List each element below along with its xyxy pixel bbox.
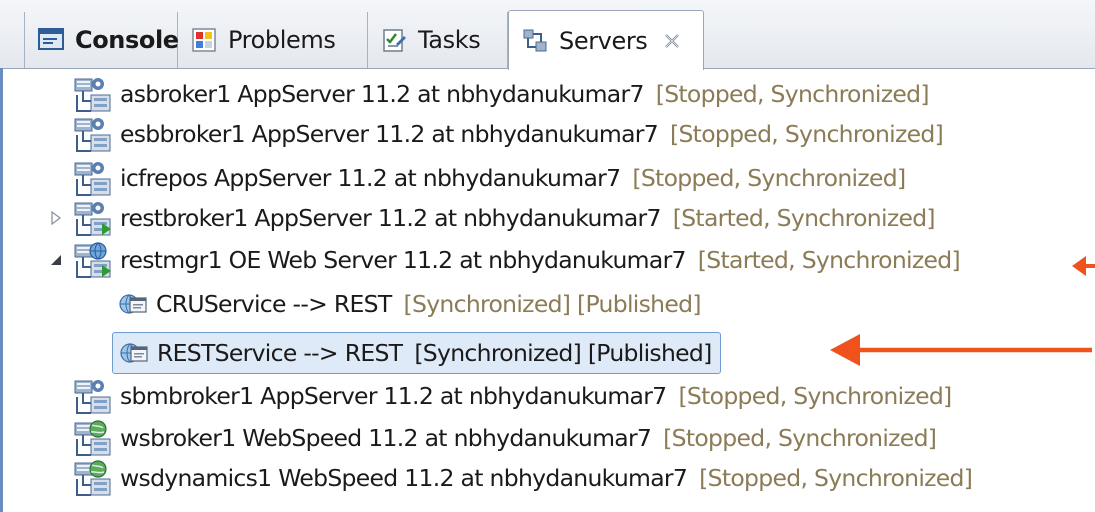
servers-icon: [523, 29, 547, 51]
service-name: RESTService --> REST: [157, 339, 403, 367]
view-border: [0, 68, 3, 512]
tree-item-restmgr1[interactable]: restmgr1 OE Web Server 11.2 at nbhydanuk…: [74, 240, 961, 280]
tab-servers[interactable]: Servers: [508, 10, 704, 70]
tree-item-asbroker1[interactable]: asbroker1 AppServer 11.2 at nbhydanukuma…: [74, 74, 930, 114]
server-name: asbroker1 AppServer 11.2 at nbhydanukuma…: [120, 80, 644, 108]
expand-toggle-icon[interactable]: [48, 210, 64, 226]
appserver-icon: [74, 380, 111, 414]
close-icon[interactable]: [663, 32, 681, 50]
server-status: [Stopped, Synchronized]: [699, 464, 973, 492]
tab-console-label: Console: [75, 26, 179, 54]
server-status: [Stopped, Synchronized]: [663, 424, 937, 452]
appserver-icon: [74, 118, 111, 152]
tasks-icon: [383, 29, 406, 52]
server-status: [Started, Synchronized]: [697, 246, 961, 274]
server-name: wsdynamics1 WebSpeed 11.2 at nbhydanukum…: [120, 464, 688, 492]
tree-item-restservice[interactable]: RESTService --> REST [Synchronized] [Pub…: [112, 332, 721, 374]
tab-tasks-label: Tasks: [418, 26, 481, 54]
server-name: esbbroker1 AppServer 11.2 at nbhydanukum…: [120, 120, 659, 148]
server-status: [Started, Synchronized]: [672, 204, 936, 232]
console-icon: [38, 28, 64, 50]
annotation-arrow-restservice: [830, 334, 1092, 366]
tree-item-sbmbroker1[interactable]: sbmbroker1 AppServer 11.2 at nbhydanukum…: [74, 376, 952, 416]
server-status: [Stopped, Synchronized]: [655, 80, 930, 108]
tree-item-esbbroker1[interactable]: esbbroker1 AppServer 11.2 at nbhydanukum…: [74, 114, 944, 154]
tree-item-cruservice[interactable]: CRUService --> REST [Synchronized] [Publ…: [118, 284, 702, 324]
tab-problems[interactable]: Problems: [178, 12, 368, 68]
problems-icon: [192, 28, 216, 52]
annotation-arrow-restmgr1: [1072, 256, 1095, 276]
server-name: sbmbroker1 AppServer 11.2 at nbhydanukum…: [120, 382, 667, 410]
appserver-started-icon: [74, 202, 111, 236]
appserver-icon: [74, 162, 111, 196]
appserver-icon: [74, 78, 111, 112]
webspeed-icon: [74, 420, 111, 456]
collapse-toggle-icon[interactable]: [48, 252, 64, 268]
tree-item-wsdynamics1[interactable]: wsdynamics1 WebSpeed 11.2 at nbhydanukum…: [74, 458, 973, 498]
rest-service-icon: [120, 343, 148, 363]
tab-console[interactable]: Console: [24, 12, 179, 68]
tree-item-wsbroker1[interactable]: wsbroker1 WebSpeed 11.2 at nbhydanukumar…: [74, 418, 937, 458]
service-status: [Synchronized] [Published]: [414, 339, 712, 367]
server-name: restmgr1 OE Web Server 11.2 at nbhydanuk…: [120, 246, 686, 274]
tree-item-icfrepos[interactable]: icfrepos AppServer 11.2 at nbhydanukumar…: [74, 158, 906, 198]
webspeed-icon: [74, 460, 111, 496]
tab-servers-label: Servers: [559, 26, 648, 55]
tree-item-restbroker1[interactable]: restbroker1 AppServer 11.2 at nbhydanuku…: [74, 198, 936, 238]
tab-problems-label: Problems: [228, 26, 336, 54]
service-status: [Synchronized] [Published]: [403, 290, 702, 318]
server-status: [Stopped, Synchronized]: [670, 120, 944, 148]
server-name: icfrepos AppServer 11.2 at nbhydanukumar…: [120, 164, 621, 192]
view-tab-bar: Console Problems Tasks Servers: [0, 0, 1095, 70]
server-status: [Stopped, Synchronized]: [678, 382, 952, 410]
server-name: restbroker1 AppServer 11.2 at nbhydanuku…: [120, 204, 661, 232]
service-name: CRUService --> REST: [156, 290, 392, 318]
server-status: [Stopped, Synchronized]: [632, 164, 906, 192]
tab-tasks[interactable]: Tasks: [368, 12, 508, 68]
rest-service-icon: [119, 294, 147, 314]
webserver-icon: [74, 242, 111, 278]
server-name: wsbroker1 WebSpeed 11.2 at nbhydanukumar…: [120, 424, 652, 452]
